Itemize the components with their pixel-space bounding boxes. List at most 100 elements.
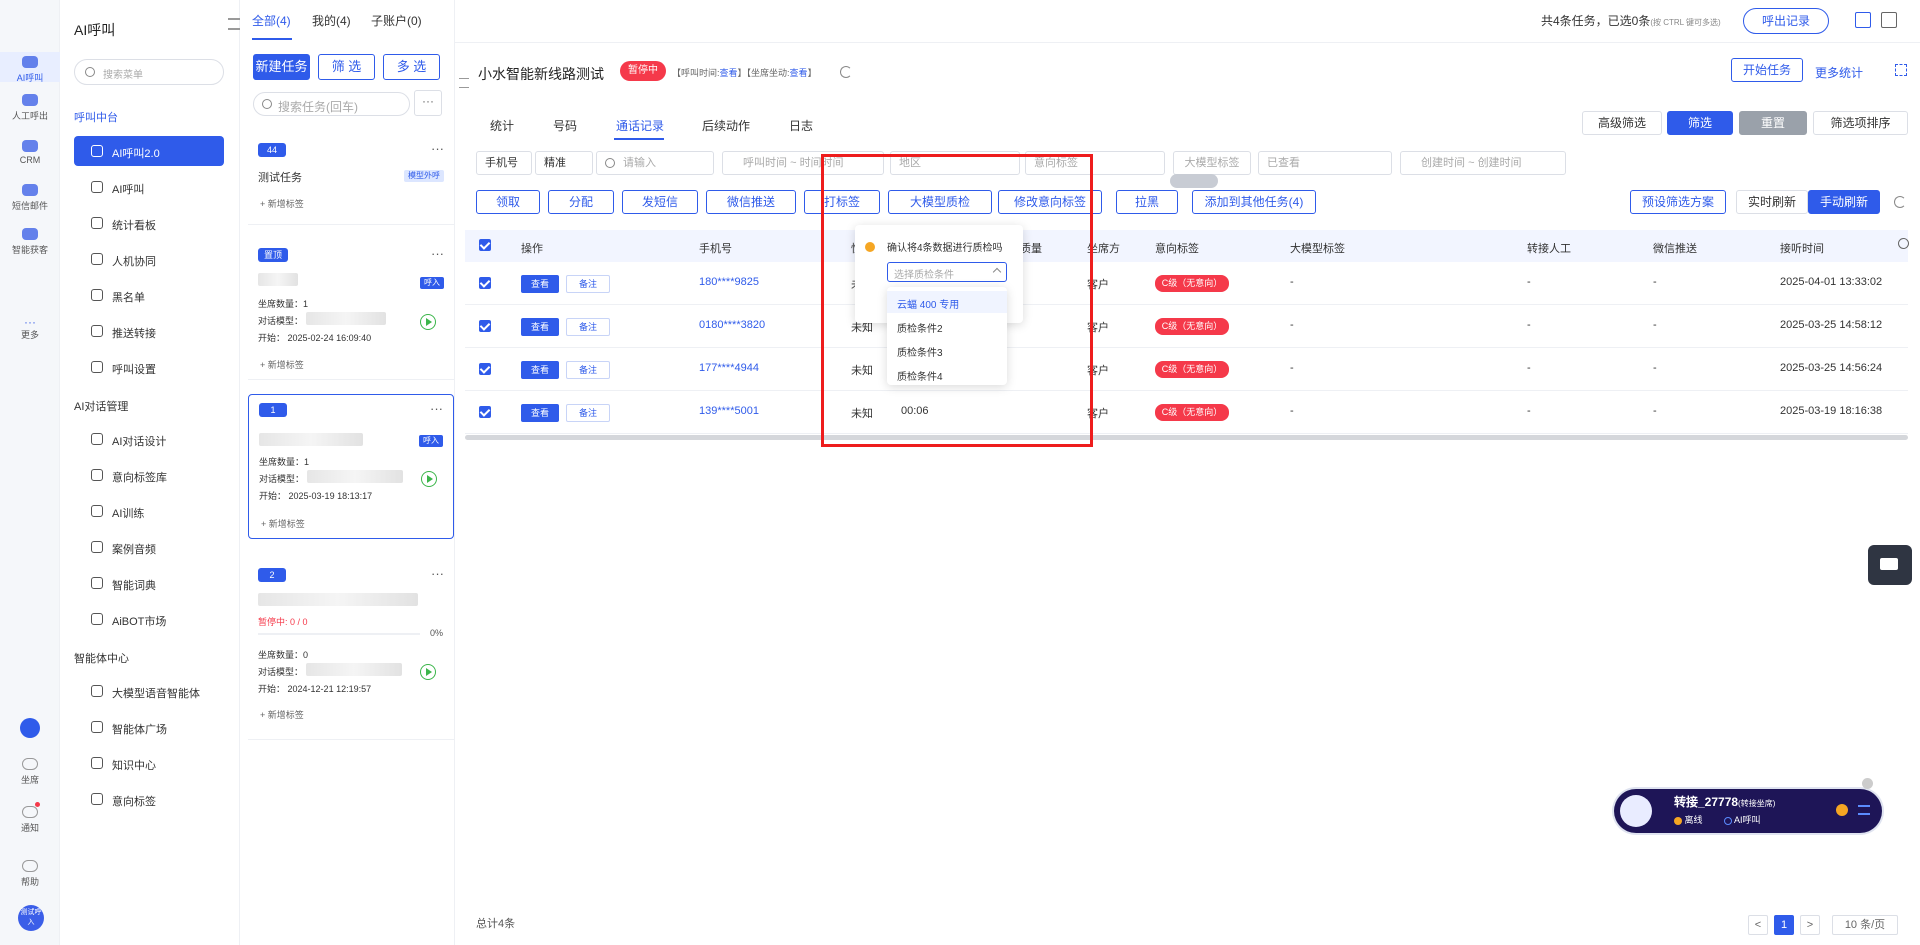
view-button[interactable]: 查看 xyxy=(521,275,559,293)
nav-item-dashboard[interactable]: 统计看板 xyxy=(74,208,224,238)
grid-view-icon[interactable] xyxy=(1855,12,1871,28)
card-more-icon[interactable]: ··· xyxy=(430,401,443,416)
chat-float-button[interactable] xyxy=(1868,545,1912,585)
export-records-button[interactable]: 呼出记录 xyxy=(1743,8,1829,34)
tab-call-records[interactable]: 通话记录 xyxy=(616,117,664,134)
rail-smart-acquire[interactable]: 智能获客 xyxy=(0,228,60,256)
nav-item-knowledge[interactable]: 知识中心 xyxy=(74,748,224,778)
nav-item-ai-call[interactable]: AI呼叫 xyxy=(74,172,224,202)
phone-type-select[interactable]: 手机号 xyxy=(476,151,532,175)
phone-search-input[interactable]: 请输入 xyxy=(596,151,714,175)
page-1-button[interactable]: 1 xyxy=(1774,915,1794,935)
ai-call-status[interactable]: AI呼叫 xyxy=(1724,813,1761,826)
reset-button[interactable]: 重置 xyxy=(1739,111,1807,135)
add-tag-link[interactable]: + 新增标签 xyxy=(260,708,304,721)
viewed-select[interactable]: 已查看 xyxy=(1258,151,1392,175)
note-button[interactable]: 备注 xyxy=(566,318,610,336)
add-tag-link[interactable]: + 新增标签 xyxy=(260,358,304,371)
avatar[interactable]: 测试呼入 xyxy=(18,905,44,931)
add-tag-link[interactable]: + 新增标签 xyxy=(260,197,304,210)
play-icon[interactable] xyxy=(421,471,437,487)
nav-item-collab[interactable]: 人机协同 xyxy=(74,244,224,274)
match-type-select[interactable]: 精准 xyxy=(535,151,593,175)
close-icon[interactable] xyxy=(1862,778,1873,789)
assign-button[interactable]: 分配 xyxy=(548,190,614,214)
nav-item-call-settings[interactable]: 呼叫设置 xyxy=(74,352,224,382)
phone-number[interactable]: 0180****3820 xyxy=(699,319,765,331)
tab-stats[interactable]: 统计 xyxy=(490,117,514,134)
help-icon[interactable] xyxy=(1836,804,1848,816)
note-button[interactable]: 备注 xyxy=(566,275,610,293)
nav-item-ai-call-2[interactable]: AI呼叫2.0 xyxy=(74,136,224,166)
card-more-icon[interactable]: ··· xyxy=(431,566,444,581)
tab-all[interactable]: 全部(4) xyxy=(252,12,291,29)
table-row[interactable]: 查看 备注 0180****3820 未知 客户 C级（无意向） - - - 2… xyxy=(465,305,1908,348)
row-checkbox[interactable] xyxy=(479,363,491,375)
filter-task-button[interactable]: 筛 选 xyxy=(318,54,375,80)
view-button[interactable]: 查看 xyxy=(521,318,559,336)
note-button[interactable]: 备注 xyxy=(566,361,610,379)
nav-item-agent-plaza[interactable]: 智能体广场 xyxy=(74,712,224,742)
realtime-refresh-button[interactable]: 实时刷新 xyxy=(1736,190,1808,214)
tab-follow-up[interactable]: 后续动作 xyxy=(702,117,750,134)
advanced-filter-button[interactable]: 高级筛选 xyxy=(1582,111,1662,135)
llm-tag-select[interactable]: 大模型标签 xyxy=(1173,151,1251,175)
task-card[interactable]: 2 ··· 暂停中: 0 / 0 0% 坐席数量：0 对话模型： 开始： 202… xyxy=(248,560,454,740)
new-task-button[interactable]: 新建任务 xyxy=(253,54,310,80)
list-view-icon[interactable] xyxy=(1881,12,1897,28)
page-size-select[interactable]: 10 条/页 xyxy=(1832,915,1898,935)
more-stats-dropdown[interactable]: 更多统计 xyxy=(1815,64,1863,81)
task-more-button[interactable]: ··· xyxy=(414,90,442,116)
nav-item-dialog-design[interactable]: AI对话设计 xyxy=(74,424,224,454)
row-checkbox[interactable] xyxy=(479,277,491,289)
refresh-icon[interactable] xyxy=(840,66,852,78)
collapse-filters-icon[interactable] xyxy=(1170,174,1218,188)
row-checkbox[interactable] xyxy=(479,320,491,332)
create-time-range[interactable]: 创建时间 ~ 创建时间 xyxy=(1400,151,1566,175)
add-tag-link[interactable]: + 新增标签 xyxy=(261,517,305,530)
row-checkbox[interactable] xyxy=(479,406,491,418)
next-page-button[interactable]: > xyxy=(1800,915,1820,935)
note-button[interactable]: 备注 xyxy=(566,404,610,422)
start-task-button[interactable]: 开始任务 xyxy=(1731,58,1803,82)
add-to-task-button[interactable]: 添加到其他任务(4) xyxy=(1192,190,1316,214)
claim-button[interactable]: 领取 xyxy=(476,190,540,214)
table-row[interactable]: 查看 备注 180****9825 未 客户 C级（无意向） - - - 202… xyxy=(465,262,1908,305)
phone-number[interactable]: 180****9825 xyxy=(699,276,759,288)
rail-ai-call[interactable]: AI呼叫 xyxy=(0,52,60,83)
horizontal-scrollbar[interactable] xyxy=(465,435,1908,440)
nav-item-case-audio[interactable]: 案例音频 xyxy=(74,532,224,562)
nav-item-ai-training[interactable]: AI训练 xyxy=(74,496,224,526)
menu-icon[interactable] xyxy=(1858,805,1870,815)
rail-notify[interactable]: 通知 xyxy=(0,806,60,834)
rail-sms-email[interactable]: 短信邮件 xyxy=(0,184,60,212)
nav-item-intent-lib[interactable]: 意向标签库 xyxy=(74,460,224,490)
rail-more[interactable]: ··· 更多 xyxy=(0,316,60,341)
rail-help[interactable]: 帮助 xyxy=(0,860,60,888)
nav-item-push[interactable]: 推送转接 xyxy=(74,316,224,346)
filter-button[interactable]: 筛选 xyxy=(1667,111,1733,135)
tab-logs[interactable]: 日志 xyxy=(789,117,813,134)
manual-refresh-button[interactable]: 手动刷新 xyxy=(1808,190,1880,214)
preset-filter-button[interactable]: 预设筛选方案 xyxy=(1630,190,1726,214)
view-button[interactable]: 查看 xyxy=(521,361,559,379)
card-more-icon[interactable]: ··· xyxy=(431,246,444,261)
call-bar[interactable]: 转接_27778(转接坐席) 离线 AI呼叫 xyxy=(1614,789,1882,833)
send-sms-button[interactable]: 发短信 xyxy=(622,190,698,214)
task-card-selected[interactable]: 1 ··· 呼入 坐席数量：1 对话模型： 开始： 2025-03-19 18:… xyxy=(248,394,454,539)
play-icon[interactable] xyxy=(420,664,436,680)
nav-item-intent-tag[interactable]: 意向标签 xyxy=(74,784,224,814)
view-button[interactable]: 查看 xyxy=(521,404,559,422)
multi-select-button[interactable]: 多 选 xyxy=(383,54,440,80)
wechat-push-button[interactable]: 微信推送 xyxy=(706,190,796,214)
refresh-icon[interactable] xyxy=(1894,196,1906,208)
prev-page-button[interactable]: < xyxy=(1748,915,1768,935)
task-search-input[interactable]: 搜索任务(回车) xyxy=(253,92,410,116)
filter-sort-button[interactable]: 筛选项排序 xyxy=(1813,111,1908,135)
phone-number[interactable]: 139****5001 xyxy=(699,405,759,417)
task-card[interactable]: 置顶 ··· 呼入 坐席数量：1 对话模型： 开始： 2025-02-24 16… xyxy=(248,240,454,380)
blacklist-button[interactable]: 拉黑 xyxy=(1116,190,1178,214)
collapse-icon[interactable] xyxy=(228,18,240,30)
menu-search-input[interactable]: 搜索菜单 xyxy=(74,59,224,85)
fullscreen-icon[interactable] xyxy=(1895,64,1907,76)
